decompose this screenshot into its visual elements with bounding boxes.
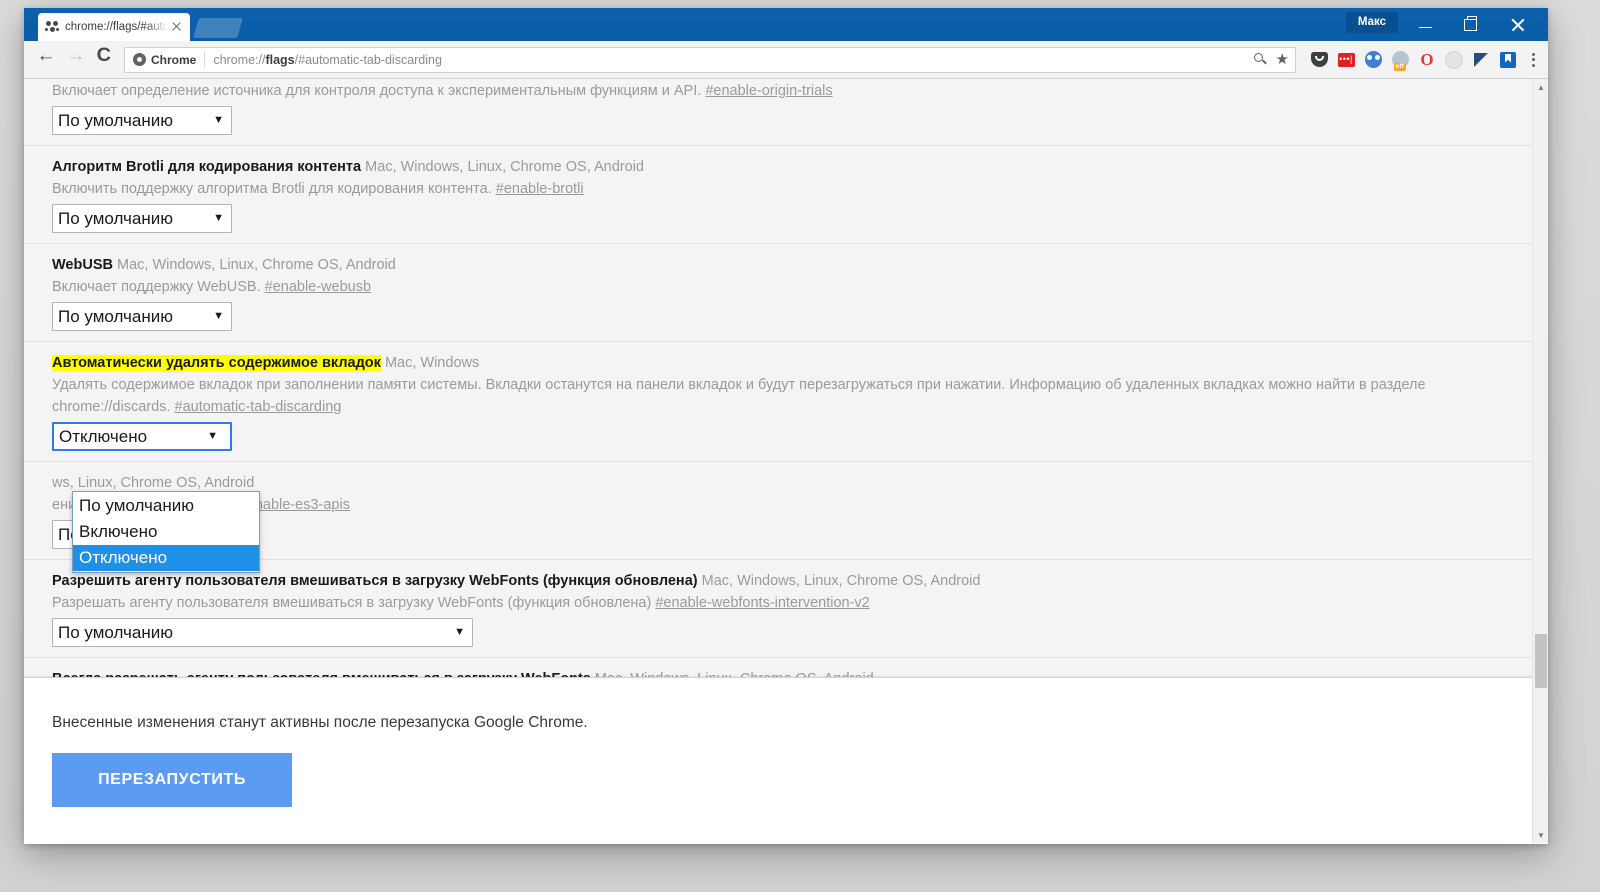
flag-link[interactable]: #enable-brotli <box>496 181 584 197</box>
flag-title: Алгоритм Brotli для кодирования контента… <box>52 146 1532 177</box>
flag-select-automatic-tab-discarding[interactable]: Отключено▼ <box>52 422 232 451</box>
flag-name: Разрешить агенту пользователя вмешиватьс… <box>52 573 698 589</box>
grey-badge-extension-icon[interactable]: off <box>1389 49 1411 71</box>
flag-link[interactable]: #enable-webusb <box>265 279 371 295</box>
back-arrow-icon <box>37 51 54 68</box>
flag-name: Алгоритм Brotli для кодирования контента <box>52 159 361 175</box>
flag-link[interactable]: #automatic-tab-discarding <box>175 399 342 415</box>
flag-description: Включает поддержку WebUSB. #enable-webus… <box>52 275 1507 298</box>
url-text: chrome://flags/#automatic-tab-discarding <box>213 53 1253 67</box>
site-identity-chip[interactable]: Chrome <box>133 51 205 68</box>
tab-close-icon[interactable] <box>170 20 184 34</box>
zoom-search-icon[interactable] <box>1254 53 1268 67</box>
face-extension-icon[interactable] <box>1362 49 1384 71</box>
restart-message: Внесенные изменения станут активны после… <box>52 714 588 732</box>
scrollbar-thumb[interactable] <box>1535 634 1547 688</box>
flag-select[interactable]: По умолчанию▼ <box>52 618 473 647</box>
flag-platforms: Mac, Windows, Linux, Chrome OS, Android <box>365 159 644 175</box>
flag-platforms: Mac, Windows, Linux, Chrome OS, Android <box>117 257 396 273</box>
flag-select[interactable]: По умолчанию▼ <box>52 106 232 135</box>
maximize-icon[interactable] <box>1448 8 1493 41</box>
chevron-down-icon: ▼ <box>213 303 224 330</box>
dropdown-option-disabled[interactable]: Отключено <box>73 545 259 571</box>
scroll-down-icon[interactable]: ▼ <box>1533 827 1548 843</box>
flag-description: Включает определение источника для контр… <box>52 79 1507 102</box>
flag-description: Удалять содержимое вкладок при заполнени… <box>52 373 1507 418</box>
ghost-extension-icon[interactable] <box>1443 49 1465 71</box>
flag-description: ениям доступ к WebGL 2.0. #enable-es3-ap… <box>52 493 1507 516</box>
flag-row-automatic-tab-discarding: Автоматически удалять содержимое вкладок… <box>24 342 1532 462</box>
flag-link[interactable]: #enable-webfonts-intervention-v2 <box>655 595 869 611</box>
reload-icon <box>97 51 114 68</box>
blue-arrow-extension-icon[interactable] <box>1470 49 1492 71</box>
chevron-down-icon: ▼ <box>454 619 465 646</box>
chevron-down-icon: ▼ <box>213 107 224 134</box>
forward-button[interactable] <box>60 45 90 75</box>
minimize-icon[interactable] <box>1403 8 1448 41</box>
bookmark-star-icon[interactable]: ★ <box>1276 53 1289 67</box>
extensions-bar: •••| off O <box>1302 49 1542 71</box>
chrome-shield-icon <box>133 53 146 66</box>
flag-title: Разрешить агенту пользователя вмешиватьс… <box>52 560 1532 591</box>
flag-title: ws, Linux, Chrome OS, Android <box>52 462 1532 493</box>
site-identity-label: Chrome <box>151 53 196 67</box>
flag-row: Разрешить агенту пользователя вмешиватьс… <box>24 560 1532 658</box>
reload-button[interactable] <box>90 45 120 75</box>
browser-toolbar: Chrome chrome://flags/#automatic-tab-dis… <box>24 41 1548 79</box>
dropdown-option-enabled[interactable]: Включено <box>73 519 259 545</box>
close-icon[interactable] <box>1495 8 1540 41</box>
restart-button[interactable]: ПЕРЕЗАПУСТИТЬ <box>52 753 292 807</box>
dropdown-option-default[interactable]: По умолчанию <box>73 493 259 519</box>
user-profile-chip[interactable]: Макс <box>1346 12 1398 33</box>
browser-tab[interactable]: chrome://flags/#automa <box>38 13 190 41</box>
flag-description: Разрешать агенту пользователя вмешиватьс… <box>52 591 1507 614</box>
page-scrollbar[interactable]: ▲ ▼ <box>1532 79 1548 843</box>
flag-description: Включить поддержку алгоритма Brotli для … <box>52 177 1507 200</box>
flag-row: Алгоритм Brotli для кодирования контента… <box>24 146 1532 244</box>
back-button[interactable] <box>30 45 60 75</box>
restart-bar: Внесенные изменения станут активны после… <box>24 677 1548 843</box>
desktop-background: chrome://flags/#automa Макс Chrome chrom… <box>0 0 1600 892</box>
flag-row: WebUSB Mac, Windows, Linux, Chrome OS, A… <box>24 244 1532 342</box>
forward-arrow-icon <box>67 51 84 68</box>
menu-dots-icon[interactable] <box>1524 49 1542 71</box>
tab-strip: chrome://flags/#automa Макс <box>24 8 1548 41</box>
new-tab-button[interactable] <box>193 18 243 38</box>
flag-select[interactable]: По умолчанию▼ <box>52 204 232 233</box>
bookmark-extension-icon[interactable] <box>1497 49 1519 71</box>
scroll-up-icon[interactable]: ▲ <box>1533 79 1548 95</box>
flag-row: Включает определение источника для контр… <box>24 79 1532 146</box>
chevron-down-icon: ▼ <box>207 424 218 449</box>
flag-name: Автоматически удалять содержимое вкладок <box>52 355 381 371</box>
flag-select[interactable]: По умолчанию▼ <box>52 302 232 331</box>
opera-o-extension-icon[interactable]: O <box>1416 49 1438 71</box>
browser-window: chrome://flags/#automa Макс Chrome chrom… <box>24 8 1548 844</box>
flag-title: WebUSB Mac, Windows, Linux, Chrome OS, A… <box>52 244 1532 275</box>
flag-link[interactable]: #enable-origin-trials <box>705 83 832 99</box>
flag-select-dropdown[interactable]: По умолчанию Включено Отключено <box>72 491 260 573</box>
flag-platforms: Mac, Windows, Linux, Chrome OS, Android <box>702 573 981 589</box>
flag-name: WebUSB <box>52 257 113 273</box>
address-bar[interactable]: Chrome chrome://flags/#automatic-tab-dis… <box>124 47 1296 73</box>
flags-icon <box>44 19 60 35</box>
flags-page: Включает определение источника для контр… <box>24 79 1548 843</box>
red-extension-icon[interactable]: •••| <box>1335 49 1357 71</box>
chevron-down-icon: ▼ <box>213 205 224 232</box>
tab-title: chrome://flags/#automa <box>65 21 168 33</box>
flag-title: Автоматически удалять содержимое вкладок… <box>52 342 1532 373</box>
flag-platforms: Mac, Windows <box>385 355 479 371</box>
pocket-extension-icon[interactable] <box>1308 49 1330 71</box>
flag-platforms: ws, Linux, Chrome OS, Android <box>52 475 254 491</box>
